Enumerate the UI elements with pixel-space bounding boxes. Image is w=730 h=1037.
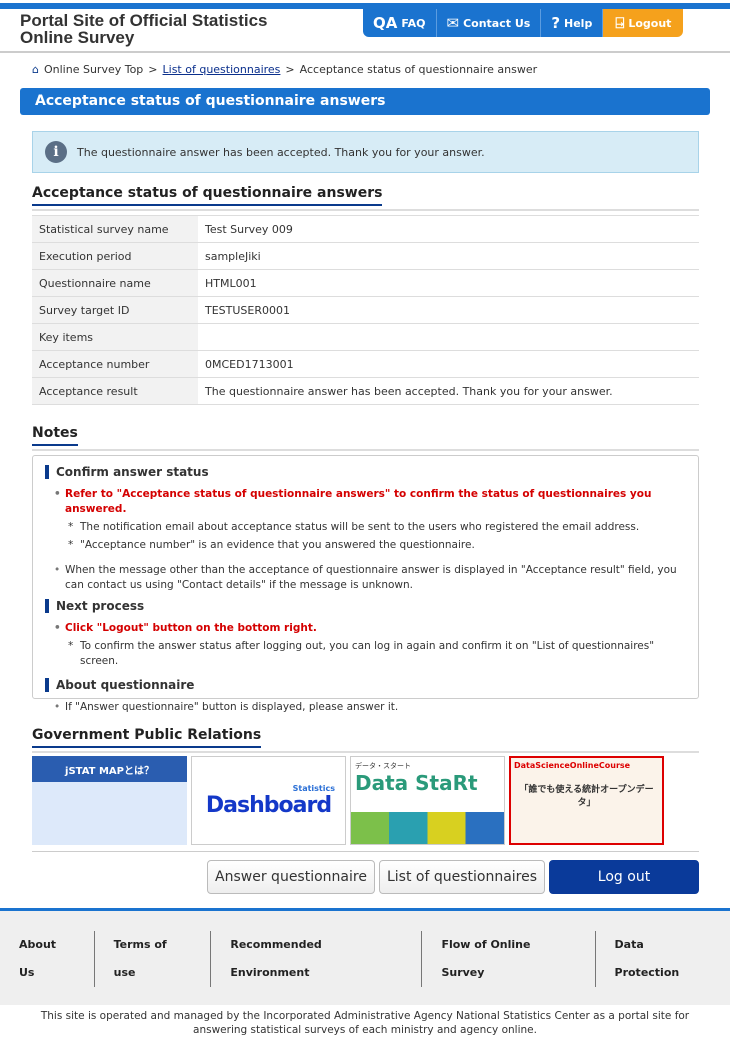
divider	[32, 851, 699, 852]
row-label: Key items	[32, 323, 198, 351]
site-title-line1: Portal Site of Official Statistics	[20, 11, 268, 30]
site-title-line2: Online Survey	[20, 28, 135, 47]
breadcrumb: ⌂ Online Survey Top > List of questionna…	[32, 63, 537, 76]
info-alert: i The questionnaire answer has been acce…	[32, 131, 699, 173]
jstat-map-title: jSTAT MAPとは？	[32, 756, 187, 782]
faq-button[interactable]: QA FAQ	[363, 9, 437, 37]
breadcrumb-separator: >	[285, 63, 295, 76]
breadcrumb-list-link[interactable]: List of questionnaires	[163, 63, 281, 76]
header: Portal Site of Official Statistics Onlin…	[0, 9, 730, 53]
pr-heading: Government Public Relations	[32, 727, 699, 753]
help-label: Help	[564, 16, 593, 30]
row-value: TESTUSER0001	[198, 296, 699, 324]
data-science-course-banner[interactable]: DataScienceOnlineCourse 「誰でも使える統計オープンデータ…	[509, 756, 664, 845]
breadcrumb-separator: >	[148, 63, 158, 76]
logout-door-icon: ⍈	[615, 14, 625, 32]
table-row: Acceptance result The questionnaire answe…	[32, 377, 699, 405]
footer-link-flow[interactable]: Flow of Online Survey	[422, 931, 596, 987]
next-instruction: Click "Logout" button on the bottom righ…	[45, 621, 686, 636]
dashboard-sub: Statistics	[292, 783, 335, 793]
row-label: Execution period	[32, 242, 198, 270]
pr-heading-text: Government Public Relations	[32, 727, 262, 748]
footer-link-about[interactable]: About Us	[0, 931, 95, 987]
list-of-questionnaires-button[interactable]: List of questionnaires	[379, 860, 545, 894]
table-row: Statistical survey name Test Survey 009	[32, 215, 699, 243]
info-icon: i	[45, 141, 67, 163]
course-title: 「誰でも使える統計オープンデータ」	[519, 785, 654, 808]
next-note: To confirm the answer status after loggi…	[45, 639, 686, 669]
notes-box: Confirm answer status Refer to "Acceptan…	[32, 455, 699, 715]
confirm-note-2: "Acceptance number" is an evidence that …	[45, 538, 686, 553]
pr-banners: jSTAT MAPとは？ Statistics Dashboard データ・スタ…	[32, 756, 664, 845]
row-value: 0MCED1713001	[198, 350, 699, 378]
mail-icon: ✉	[446, 14, 460, 32]
table-row: Execution period sampleJiki	[32, 242, 699, 270]
logout-button[interactable]: ⍈ Logout	[603, 9, 684, 37]
qa-icon: QA	[373, 14, 398, 32]
row-label: Survey target ID	[32, 296, 198, 324]
logout-label: Logout	[628, 16, 672, 30]
status-heading-text: Acceptance status of questionnaire answe…	[32, 185, 383, 206]
footer: About Us Terms of use Recommended Enviro…	[0, 908, 730, 1036]
confirm-other: When the message other than the acceptan…	[45, 563, 686, 593]
jstat-map-banner[interactable]: jSTAT MAPとは？	[32, 756, 187, 845]
row-value: Test Survey 009	[198, 215, 699, 243]
confirm-note-1: The notification email about acceptance …	[45, 520, 686, 535]
help-button[interactable]: ? Help	[541, 9, 604, 37]
footer-text: This site is operated and managed by the…	[40, 1010, 690, 1036]
about-heading: About questionnaire	[45, 678, 686, 692]
about-text: If "Answer questionnaire" button is disp…	[45, 700, 686, 715]
log-out-button[interactable]: Log out	[549, 860, 699, 894]
data-start-sub: データ・スタート	[355, 762, 411, 770]
row-value: sampleJiki	[198, 242, 699, 270]
status-table: Statistical survey name Test Survey 009 Ex…	[32, 215, 699, 405]
dashboard-logo: Dashboard	[205, 792, 332, 818]
notes-heading: Notes	[32, 425, 699, 451]
next-heading: Next process	[45, 599, 686, 613]
footer-link-data-protection[interactable]: Data Protection	[596, 931, 730, 987]
row-label: Statistical survey name	[32, 215, 198, 243]
table-row: Survey target ID TESTUSER0001	[32, 296, 699, 324]
course-sub: DataScienceOnlineCourse	[514, 761, 631, 770]
footer-links: About Us Terms of use Recommended Enviro…	[0, 931, 730, 987]
footer-link-terms[interactable]: Terms of use	[95, 931, 212, 987]
row-label: Acceptance result	[32, 377, 198, 405]
confirm-heading: Confirm answer status	[45, 465, 686, 479]
row-label: Acceptance number	[32, 350, 198, 378]
header-nav: QA FAQ ✉ Contact Us ? Help ⍈ Logout	[363, 9, 684, 37]
page-title: Acceptance status of questionnaire answe…	[20, 88, 710, 115]
row-label: Questionnaire name	[32, 269, 198, 297]
contact-label: Contact Us	[463, 16, 531, 30]
site-title[interactable]: Portal Site of Official Statistics Onlin…	[20, 12, 268, 46]
dashboard-banner[interactable]: Statistics Dashboard	[191, 756, 346, 845]
faq-label: FAQ	[401, 16, 426, 30]
confirm-instruction: Refer to "Acceptance status of questionn…	[45, 487, 686, 517]
table-row: Key items	[32, 323, 699, 351]
contact-button[interactable]: ✉ Contact Us	[436, 9, 542, 37]
breadcrumb-current: Acceptance status of questionnaire answe…	[299, 63, 538, 76]
notes-heading-text: Notes	[32, 425, 78, 446]
status-heading: Acceptance status of questionnaire answe…	[32, 185, 699, 211]
table-row: Questionnaire name HTML001	[32, 269, 699, 297]
action-buttons: Answer questionnaire List of questionnai…	[207, 860, 699, 894]
home-icon: ⌂	[32, 63, 39, 76]
info-message: The questionnaire answer has been accept…	[77, 145, 485, 159]
table-row: Acceptance number 0MCED1713001	[32, 350, 699, 378]
answer-questionnaire-button[interactable]: Answer questionnaire	[207, 860, 375, 894]
puzzle-graphic	[351, 812, 504, 844]
row-value	[198, 323, 699, 351]
question-icon: ?	[551, 14, 561, 32]
data-start-banner[interactable]: データ・スタート Data StaRt	[350, 756, 505, 845]
breadcrumb-home[interactable]: Online Survey Top	[44, 63, 143, 76]
footer-link-environment[interactable]: Recommended Environment	[211, 931, 423, 987]
row-value: HTML001	[198, 269, 699, 297]
row-value: The questionnaire answer has been accept…	[198, 377, 699, 405]
data-start-logo: Data StaRt	[355, 771, 478, 795]
